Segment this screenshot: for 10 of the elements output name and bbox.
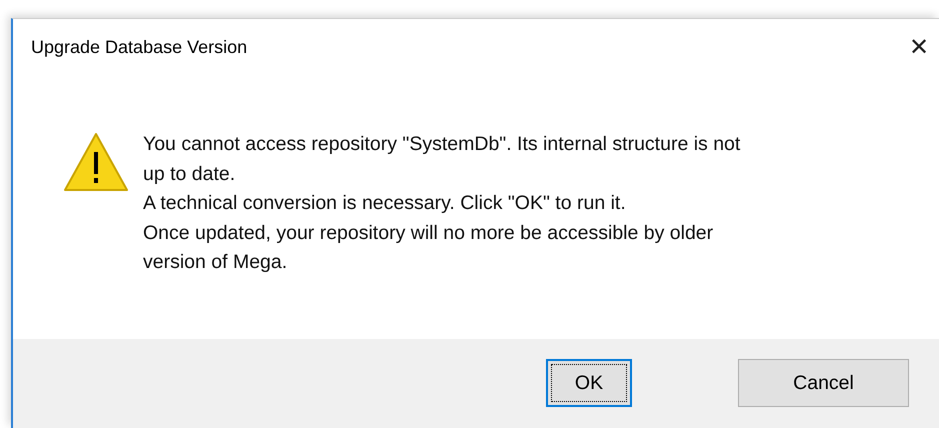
message-text: A technical conversion is necessary. Click "OK" to run it.: [143, 191, 627, 216]
window-title: Upgrade Database Version: [31, 36, 248, 58]
message-text: Once updated, your repository will no more be accessible by older: [143, 220, 714, 246]
close-button[interactable]: ✕: [899, 27, 939, 67]
warning-icon: [63, 132, 129, 192]
message-text: You cannot access repository "SystemDb". Its internal structure is not: [143, 132, 740, 157]
message-text: up to date.: [143, 162, 236, 186]
dialog-button[interactable]: Cancel: [738, 359, 909, 407]
dialog-button[interactable]: OK: [546, 359, 632, 407]
message-text: version of Mega.: [143, 250, 288, 275]
